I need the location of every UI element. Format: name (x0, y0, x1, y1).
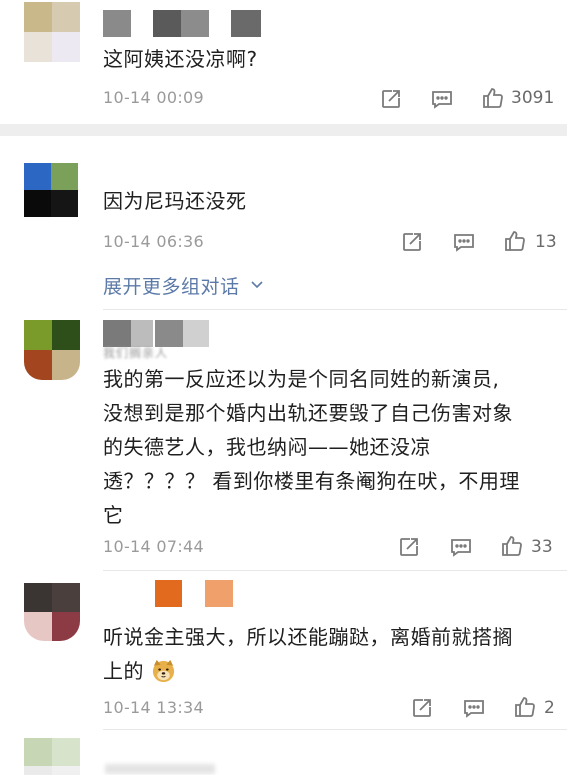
mosaic-block (155, 320, 183, 347)
comment-icon[interactable] (452, 230, 476, 254)
chevron-down-icon (249, 276, 265, 292)
mosaic-block (155, 580, 182, 607)
username-blurred (105, 764, 215, 774)
mosaic-block (205, 580, 233, 607)
username-mosaic[interactable] (103, 8, 263, 37)
avatar-mosaic-tile (24, 583, 52, 612)
comment-timestamp: 10-14 00:09 (103, 88, 204, 107)
share-icon[interactable] (410, 696, 434, 720)
mosaic-block (183, 320, 209, 347)
comment-text-line: 的失德艺人，我也纳闷——她还没凉 (103, 435, 431, 459)
comment-text-fragment: 上的 (103, 659, 144, 683)
comment-text: 这阿姨还没凉啊? (103, 47, 258, 71)
avatar-mosaic-tile (52, 32, 80, 62)
thumbs-up-icon[interactable] (481, 86, 505, 110)
avatar-mosaic-tile (52, 583, 80, 612)
comment-timestamp: 10-14 07:44 (103, 537, 204, 556)
share-icon[interactable] (379, 87, 403, 111)
avatar-mosaic-tile (52, 2, 80, 32)
comment-text-line: 没想到是那个婚内出轨还要毁了自己伤害对象 (103, 401, 513, 425)
expand-more-label: 展开更多组对话 (103, 276, 240, 298)
avatar-mosaic-tile (52, 612, 80, 641)
avatar[interactable] (24, 2, 80, 62)
comment-icon[interactable] (462, 696, 486, 720)
mosaic-block (181, 10, 209, 37)
like-count: 13 (535, 232, 557, 252)
avatar-mosaic-tile (24, 350, 52, 380)
mosaic-block (103, 320, 131, 347)
section-separator (103, 309, 567, 310)
section-separator (103, 570, 567, 571)
section-divider (0, 124, 567, 136)
comment-timestamp: 10-14 13:34 (103, 698, 204, 717)
avatar-mosaic-tile (51, 190, 78, 217)
avatar-mosaic-tile (52, 320, 80, 350)
mosaic-block (231, 10, 261, 37)
share-icon[interactable] (397, 535, 421, 559)
mosaic-block (153, 10, 181, 37)
comment-text-line: 听说金主强大，所以还能蹦跶，离婚前就搭搁 (103, 625, 513, 649)
thumbs-up-icon[interactable] (500, 534, 524, 558)
avatar-mosaic-tile (51, 163, 78, 190)
avatar-mosaic-tile (24, 2, 52, 32)
section-separator (103, 729, 567, 730)
username-blurred: 我们搁亲人 (103, 346, 169, 360)
expand-more-replies-link[interactable]: 展开更多组对话 (103, 272, 265, 298)
avatar-mosaic-tile (52, 766, 80, 775)
comment-text-line: 它 (103, 503, 124, 527)
like-count: 33 (531, 537, 553, 557)
doge-emoji-icon (151, 658, 176, 683)
avatar[interactable] (24, 163, 78, 217)
comment-text: 因为尼玛还没死 (103, 189, 247, 213)
like-count: 3091 (511, 88, 555, 108)
like-count: 2 (544, 698, 555, 718)
comment-timestamp: 10-14 06:36 (103, 232, 204, 251)
avatar-mosaic-tile (24, 612, 52, 641)
avatar-mosaic-tile (52, 350, 80, 380)
avatar[interactable] (24, 738, 80, 775)
thumbs-up-icon[interactable] (513, 695, 537, 719)
avatar-mosaic-tile (24, 320, 52, 350)
thumbs-up-icon[interactable] (503, 229, 527, 253)
comment-text-line: 我的第一反应还以为是个同名同姓的新演员, (103, 367, 500, 391)
avatar[interactable] (24, 320, 80, 380)
avatar[interactable] (24, 583, 80, 641)
comment-text-line: 透？？？？ 看到你楼里有条阉狗在吠，不用理 (103, 469, 520, 493)
comment-icon[interactable] (449, 535, 473, 559)
avatar-mosaic-tile (24, 32, 52, 62)
avatar-mosaic-tile (52, 738, 80, 766)
mosaic-block (131, 320, 153, 347)
username-mosaic[interactable] (155, 580, 237, 608)
comment-text-line: 上的 (103, 654, 176, 688)
avatar-mosaic-tile (24, 163, 51, 190)
avatar-mosaic-tile (24, 190, 51, 217)
comment-icon[interactable] (430, 87, 454, 111)
mosaic-block (103, 10, 131, 37)
share-icon[interactable] (400, 230, 424, 254)
avatar-mosaic-tile (24, 738, 52, 766)
avatar-mosaic-tile (24, 766, 52, 775)
